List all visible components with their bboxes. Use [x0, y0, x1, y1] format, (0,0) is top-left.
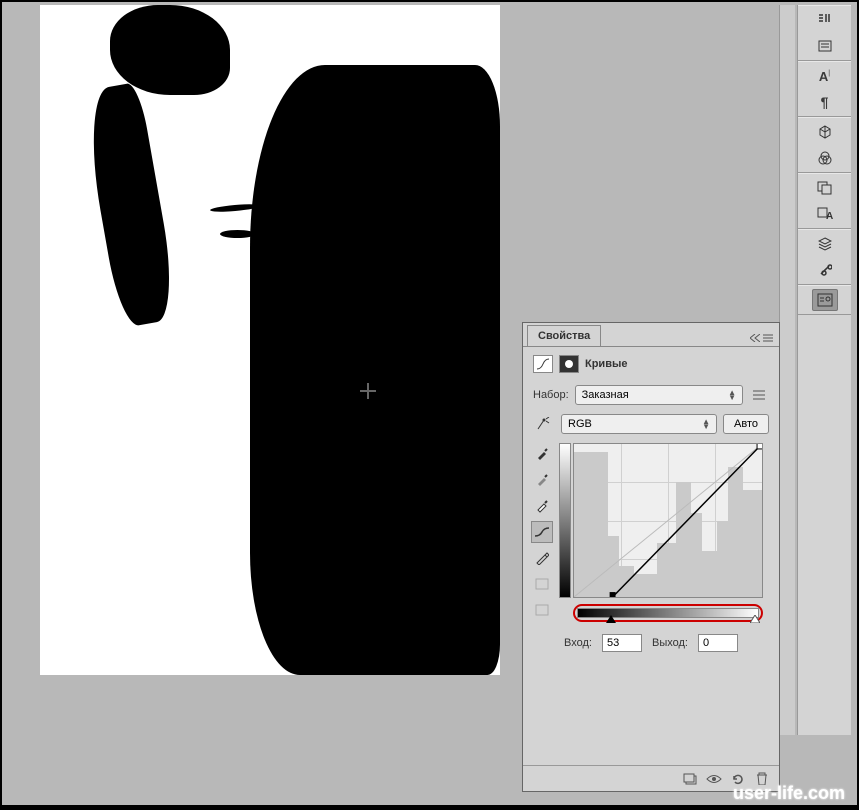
preset-value: Заказная	[582, 389, 629, 401]
character-icon[interactable]: A|	[812, 65, 838, 87]
output-label: Выход:	[652, 637, 688, 649]
channel-value: RGB	[568, 418, 592, 430]
input-slider-highlight	[573, 604, 763, 622]
properties-icon[interactable]	[812, 289, 838, 311]
curves-adj-icon	[533, 355, 553, 373]
preset-select[interactable]: Заказная ▲▼	[575, 385, 743, 405]
history-icon[interactable]	[812, 35, 838, 57]
curve-canvas[interactable]	[573, 443, 763, 598]
auto-button[interactable]: Авто	[723, 414, 769, 434]
input-field[interactable]	[602, 634, 642, 652]
input-label: Вход:	[564, 637, 592, 649]
channel-row: RGB ▲▼ Авто	[523, 409, 779, 439]
document-image[interactable]	[40, 5, 500, 675]
eyedropper-white-icon[interactable]	[531, 495, 553, 517]
watermark: user-life.com	[733, 783, 845, 804]
3d-icon[interactable]	[812, 121, 838, 143]
panel-collapse-icon[interactable]	[744, 330, 779, 346]
panel-title: Кривые	[585, 358, 627, 370]
curve-pencil-tool-icon[interactable]	[531, 547, 553, 569]
right-toolbar: A| ¶ A	[797, 5, 851, 735]
targeted-adjust-icon[interactable]	[533, 413, 555, 435]
panel-header: Кривые	[523, 347, 779, 381]
preset-label: Набор:	[533, 389, 569, 401]
curves-body	[523, 439, 779, 626]
properties-panel: Свойства Кривые Набор: Заказная ▲▼	[522, 322, 780, 792]
app-frame: A| ¶ A	[0, 0, 859, 807]
type-styles-icon[interactable]: A	[812, 203, 838, 225]
clone-source-icon[interactable]	[812, 177, 838, 199]
curve-point-tool-icon[interactable]	[531, 521, 553, 543]
eyedropper-gray-icon[interactable]	[531, 469, 553, 491]
vertical-scrollbar[interactable]	[779, 5, 795, 735]
eyedropper-black-icon[interactable]	[531, 443, 553, 465]
curve-smooth-icon[interactable]	[531, 573, 553, 595]
output-field[interactable]	[698, 634, 738, 652]
channel-select[interactable]: RGB ▲▼	[561, 414, 717, 434]
paragraph-icon[interactable]: ¶	[812, 91, 838, 113]
tab-properties[interactable]: Свойства	[527, 325, 601, 346]
output-gradient	[559, 443, 571, 598]
preset-menu-icon[interactable]	[749, 385, 769, 405]
tools-icon[interactable]	[812, 259, 838, 281]
visibility-icon[interactable]	[705, 771, 723, 787]
layers-icon[interactable]	[812, 233, 838, 255]
white-point-handle[interactable]	[750, 615, 760, 625]
curve-area	[559, 443, 771, 622]
chevron-updown-icon: ▲▼	[702, 419, 710, 429]
preset-row: Набор: Заказная ▲▼	[523, 381, 779, 409]
clip-to-layer-icon[interactable]	[531, 599, 553, 621]
chevron-updown-icon: ▲▼	[728, 390, 736, 400]
input-gradient-slider[interactable]	[577, 608, 759, 618]
brush-presets-icon[interactable]	[812, 9, 838, 31]
clip-icon[interactable]	[681, 771, 699, 787]
materials-icon[interactable]	[812, 147, 838, 169]
photo-content	[40, 5, 500, 675]
input-output-row: Вход: Выход:	[523, 626, 779, 660]
black-point-handle[interactable]	[606, 615, 616, 625]
curve-tools	[531, 443, 555, 622]
panel-tabs: Свойства	[523, 323, 779, 347]
svg-text:A: A	[826, 211, 833, 221]
mask-icon	[559, 355, 579, 373]
